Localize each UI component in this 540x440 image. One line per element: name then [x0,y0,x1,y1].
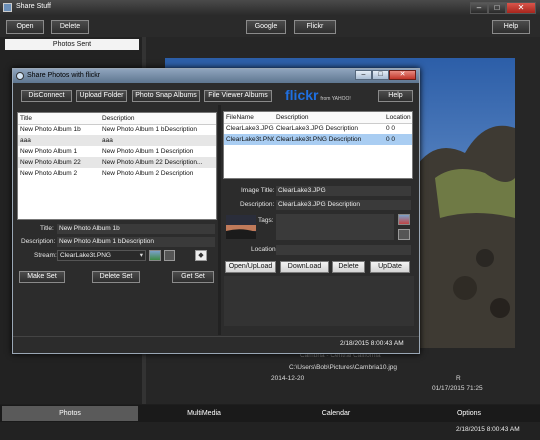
column-header-location[interactable]: Location [384,112,412,123]
image-details-panel [224,276,414,326]
stream-select-value: ClearLake3t.PNG [60,252,111,259]
update-button[interactable]: UpDate [370,261,410,273]
photo-date: 2014-12-20 [271,375,305,382]
upload-folder-button[interactable]: Upload Folder [76,90,127,102]
flickr-logo: flickr from YAHOO! [285,87,351,103]
tab-multimedia[interactable]: MultiMedia [138,406,270,421]
image-thumbnail [226,215,256,239]
image-delete-button[interactable]: Delete [332,261,365,273]
table-row[interactable]: New Photo Album 1b New Photo Album 1 bDe… [18,124,216,135]
file-viewer-albums-button[interactable]: File Viewer Albums [204,90,272,102]
table-row[interactable]: New Photo Album 1 New Photo Album 1 Desc… [18,146,216,157]
photo-snap-albums-button[interactable]: Photo Snap Albums [132,90,200,102]
tags-input[interactable] [276,214,394,240]
album-description: aaa [102,137,113,144]
image-description-input[interactable]: ClearLake3.JPG Description [276,200,411,210]
table-row[interactable]: New Photo Album 2 New Photo Album 2 Desc… [18,168,216,179]
file-description: ClearLake3.JPG Description [276,125,359,133]
flickr-logo-from: from YAHOO! [320,96,351,102]
maximize-button[interactable]: □ [488,2,506,14]
open-upload-button[interactable]: Open/UpLoad [225,261,276,273]
tab-calendar[interactable]: Calendar [270,406,402,421]
location-label: Location: [251,246,278,253]
make-set-button[interactable]: Make Set [19,271,65,283]
table-row[interactable]: New Photo Album 22 New Photo Album 22 De… [18,157,216,168]
album-title: New Photo Album 2 [20,170,78,177]
dialog-close-button[interactable]: ✕ [389,70,416,80]
image-title-input[interactable]: ClearLake3.JPG [276,186,411,196]
main-titlebar: Share Stuff – □ ✕ [0,0,540,15]
stream-label: Stream: [34,252,57,259]
albums-table: Title Description New Photo Album 1b New… [17,112,217,220]
document-icon[interactable] [164,250,175,261]
tab-photos[interactable]: Photos [2,406,138,421]
photo-path: C:\Users\Bob\Pictures\Cambria10.jpg [289,364,398,371]
dialog-minimize-button[interactable]: – [355,70,372,80]
album-title: aaa [20,137,31,144]
column-header-file-description[interactable]: Description [274,112,384,123]
column-header-filename[interactable]: FileName [224,112,274,123]
tags-document-icon[interactable] [398,229,410,240]
file-description: ClearLake3t.PNG Description [276,136,362,143]
album-title-input[interactable]: New Photo Album 1b [57,224,215,234]
album-title: New Photo Album 22 [20,159,81,166]
google-button[interactable]: Google [246,20,286,34]
delete-button[interactable]: Delete [51,20,89,34]
column-header-title[interactable]: Title [18,113,100,124]
tags-label: Tags: [258,217,274,224]
album-title-label: Title: [40,225,54,232]
chevron-down-icon: ▾ [139,252,143,259]
image-title-label: Image Title: [241,187,275,194]
vertical-splitter[interactable] [218,105,221,335]
album-description: New Photo Album 1 bDescription [102,126,198,134]
app-icon [3,3,12,12]
album-description: New Photo Album 22 Description... [102,159,203,166]
table-row[interactable]: ClearLake3t.PNG ClearLake3t.PNG Descript… [224,134,412,145]
photo-datetime: 01/17/2015 71:25 [432,385,483,392]
stream-select[interactable]: ClearLake3t.PNG ▾ [57,250,146,261]
photo-r-label: R [456,375,461,382]
disconnect-button[interactable]: DisConnect [21,90,72,102]
tags-image-icon[interactable] [398,214,410,225]
open-button[interactable]: Open [6,20,44,34]
album-title: New Photo Album 1 [20,148,78,155]
download-button[interactable]: DownLoad [280,261,329,273]
image-description-label: Description: [240,201,275,208]
tag-icon[interactable]: ◆ [195,250,207,261]
dialog-icon [16,72,24,80]
get-set-button[interactable]: Get Set [172,271,214,283]
status-timestamp: 2/18/2015 8:00:43 AM [456,426,520,433]
dialog-help-button[interactable]: Help [378,90,413,102]
column-header-description[interactable]: Description [100,113,216,124]
flickr-button[interactable]: Flickr [294,20,336,34]
album-title: New Photo Album 1b [20,126,81,134]
close-button[interactable]: ✕ [506,2,536,14]
help-button[interactable]: Help [492,20,530,34]
minimize-button[interactable]: – [470,2,488,14]
file-location: 0 0 [386,136,396,143]
file-location: 0 0 [386,125,396,133]
file-name: ClearLake3.JPG [226,125,274,133]
table-row[interactable]: aaa aaa [18,135,216,146]
photos-sent-tab[interactable]: Photos Sent [5,39,139,50]
album-description-label: Description: [21,238,56,245]
delete-set-button[interactable]: Delete Set [92,271,140,283]
file-name: ClearLake3t.PNG [226,136,274,143]
dialog-maximize-button[interactable]: □ [372,70,389,80]
album-description: New Photo Album 2 Description [102,170,194,177]
files-table: FileName Description Location ClearLake3… [223,111,413,179]
dialog-title: Share Photos with flickr [27,72,101,79]
window-title: Share Stuff [16,3,51,10]
dialog-status-timestamp: 2/18/2015 8:00:43 AM [340,340,404,347]
location-input[interactable] [276,245,411,255]
tab-options[interactable]: Options [402,406,536,421]
flickr-logo-text: flickr [285,87,319,103]
image-preview-icon[interactable] [149,250,161,261]
table-row[interactable]: ClearLake3.JPG ClearLake3.JPG Descriptio… [224,123,412,134]
album-description-input[interactable]: New Photo Album 1 bDescription [57,237,215,247]
album-description: New Photo Album 1 Description [102,148,194,155]
